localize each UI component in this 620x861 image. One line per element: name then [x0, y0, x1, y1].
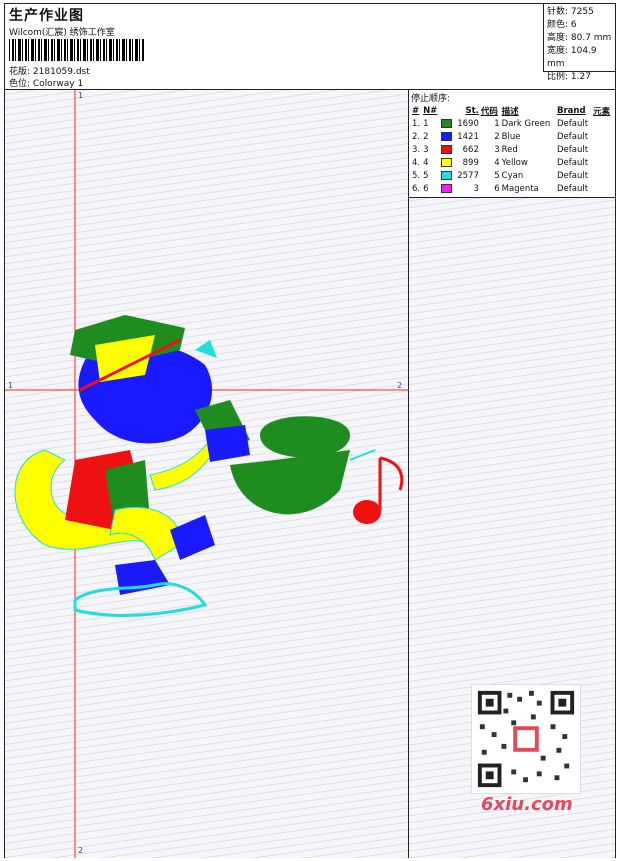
col-header-stitches: St.: [465, 106, 479, 116]
horizontal-axis-left-label: 1: [8, 381, 14, 390]
width-value: 宽度: 104.9 mm: [547, 46, 597, 69]
design-canvas: 1 2 1 2: [5, 90, 409, 858]
height-value: 高度: 80.7 mm: [547, 33, 612, 43]
color-swatch: [440, 157, 452, 167]
row-stitches: 1690: [457, 118, 479, 129]
embroidery-preview: [5, 90, 409, 858]
color-swatch: [440, 144, 452, 154]
row-description: Cyan: [501, 170, 524, 181]
stop-sequence-table: # N# St. 代码 描述 Brand 元素 1. 1 1690 1 Dark Gre…: [411, 105, 613, 195]
vertical-axis-top-label: 1: [78, 91, 84, 100]
row-swatch: [440, 156, 454, 169]
row-stitches: 3: [473, 183, 479, 194]
side-empty-area: 6xiu.com: [409, 198, 615, 858]
row-n: 1: [423, 118, 429, 129]
row-index: 3.: [412, 144, 421, 155]
row-description: Magenta: [501, 183, 539, 194]
row-n: 4: [423, 157, 429, 168]
row-element: [592, 169, 613, 182]
row-description: Dark Green: [501, 118, 551, 129]
row-code: 6: [494, 183, 500, 194]
col-header-description: 描述: [501, 107, 519, 117]
row-n: 3: [423, 144, 429, 155]
row-description: Yellow: [501, 157, 528, 168]
color-swatch: [440, 118, 452, 128]
row-swatch: [440, 143, 454, 156]
row-n: 2: [423, 131, 429, 142]
specs-panel: 针数: 7255 颜色: 6 高度: 80.7 mm 宽度: 104.9 mm …: [543, 4, 615, 82]
color-count: 颜色: 6: [547, 20, 577, 30]
row-brand: Default: [557, 118, 589, 129]
row-element: [592, 143, 613, 156]
col-header-swatch: [440, 105, 454, 117]
studio-name: Wilcom(汇宸) 绣饰工作室: [9, 28, 115, 38]
row-index: 2.: [412, 131, 421, 142]
row-stitches: 1421: [457, 131, 479, 142]
row-swatch: [440, 182, 454, 195]
row-code: 3: [494, 144, 500, 155]
row-index: 1.: [412, 118, 421, 129]
row-brand: Default: [557, 131, 589, 142]
horizontal-axis-right-label: 2: [397, 381, 403, 390]
page-title: 生产作业图: [9, 8, 84, 24]
row-code: 2: [494, 131, 500, 142]
row-index: 4.: [412, 157, 421, 168]
row-element: [592, 117, 613, 130]
row-swatch: [440, 130, 454, 143]
row-n: 5: [423, 170, 429, 181]
stop-sequence-panel: 停止顺序: # N# St. 代码 描述 Brand 元素 1. 1 1690 1 Da…: [409, 90, 615, 198]
col-header-element: 元素: [593, 107, 611, 117]
row-swatch: [440, 169, 454, 182]
stitch-count: 针数: 7255: [547, 7, 594, 17]
row-code: 5: [494, 170, 500, 181]
row-stitches: 662: [462, 144, 479, 155]
qr-code-icon: [471, 684, 581, 794]
colorway-label: 色位: Colorway 1: [9, 79, 84, 89]
color-swatch: [440, 183, 452, 193]
table-row: 6. 6 3 6 Magenta Default: [411, 182, 613, 195]
table-header-row: # N# St. 代码 描述 Brand 元素: [411, 105, 613, 117]
col-header-code: 代码: [480, 107, 498, 117]
table-row: 5. 5 2577 5 Cyan Default: [411, 169, 613, 182]
row-element: [592, 130, 613, 143]
row-code: 1: [494, 118, 500, 129]
row-element: [592, 156, 613, 169]
col-header-brand: Brand: [557, 106, 586, 116]
row-stitches: 2577: [457, 170, 479, 181]
color-swatch: [440, 131, 452, 141]
stop-sequence-title: 停止顺序:: [411, 94, 451, 104]
watermark-logo: 6xiu.com: [481, 794, 573, 815]
col-header-index: #: [412, 106, 420, 116]
row-stitches: 899: [462, 157, 479, 168]
row-description: Red: [501, 144, 518, 155]
row-description: Blue: [501, 131, 521, 142]
color-swatch: [440, 170, 452, 180]
row-brand: Default: [557, 144, 589, 155]
row-brand: Default: [557, 157, 589, 168]
row-brand: Default: [557, 170, 589, 181]
cat-saxophone-artwork: [14, 315, 404, 617]
table-row: 4. 4 899 4 Yellow Default: [411, 156, 613, 169]
table-row: 1. 1 1690 1 Dark Green Default: [411, 117, 613, 130]
row-code: 4: [494, 157, 500, 168]
table-row: 2. 2 1421 2 Blue Default: [411, 130, 613, 143]
col-header-n: N#: [423, 106, 438, 116]
row-n: 6: [423, 183, 429, 194]
row-index: 5.: [412, 170, 421, 181]
table-row: 3. 3 662 3 Red Default: [411, 143, 613, 156]
barcode: [9, 39, 145, 61]
row-index: 6.: [412, 183, 421, 194]
row-element: [592, 182, 613, 195]
scale-value: 比例: 1.27: [547, 72, 591, 82]
row-swatch: [440, 117, 454, 130]
row-brand: Default: [557, 183, 589, 194]
sheet-header: 生产作业图 Wilcom(汇宸) 绣饰工作室 花版: 2181059.dst 色…: [5, 4, 615, 90]
vertical-axis-bottom-label: 2: [78, 846, 84, 855]
production-sheet: 生产作业图 Wilcom(汇宸) 绣饰工作室 花版: 2181059.dst 色…: [4, 3, 616, 858]
